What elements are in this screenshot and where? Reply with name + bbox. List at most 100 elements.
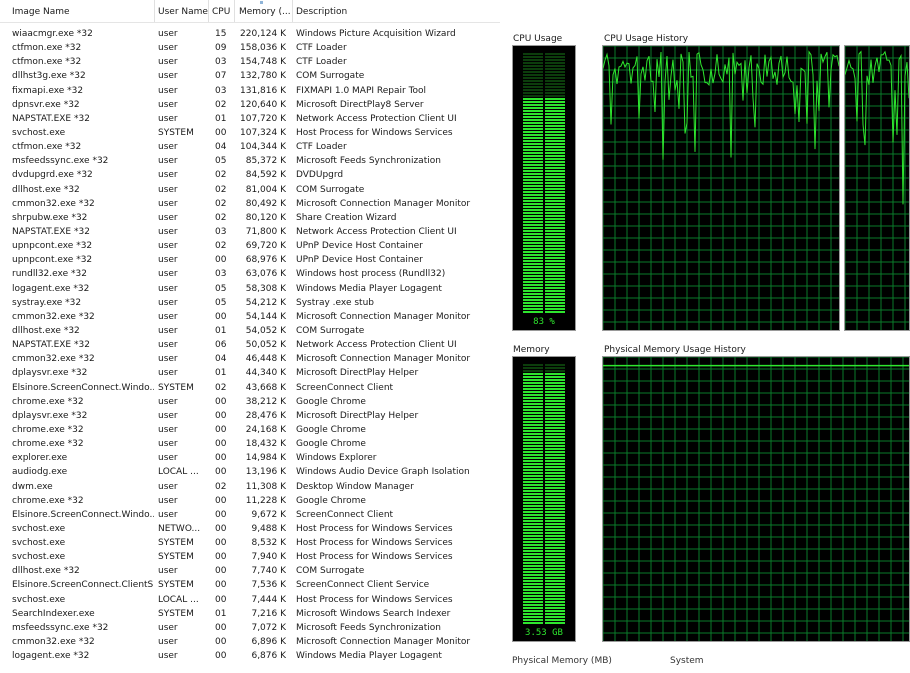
user-name-cell: user — [158, 283, 178, 294]
column-divider[interactable] — [234, 0, 235, 22]
gauge-segment — [545, 610, 565, 612]
gauge-segment — [523, 299, 543, 301]
gauge-segment — [545, 185, 565, 187]
table-row[interactable]: dplaysvr.exe *32 user 00 28,476 K Microsoft … — [0, 410, 500, 424]
process-name-cell: svchost.exe — [12, 594, 66, 605]
table-row[interactable]: upnpcont.exe *32 user 02 69,720 K UPnP Devic… — [0, 240, 500, 254]
gauge-segment — [523, 242, 543, 244]
gauge-segment — [545, 197, 565, 199]
table-row[interactable]: SearchIndexer.exe SYSTEM 01 7,216 K Microsof… — [0, 608, 500, 622]
gauge-segment — [545, 56, 565, 58]
column-header-memory[interactable]: Memory (... — [239, 7, 291, 17]
table-row[interactable]: logagent.exe *32 user 05 58,308 K Windows Me… — [0, 283, 500, 297]
gauge-segment — [545, 436, 565, 438]
gauge-segment — [523, 215, 543, 217]
table-row[interactable]: fixmapi.exe *32 user 03 131,816 K FIXMAPI 1.… — [0, 85, 500, 99]
table-row[interactable]: chrome.exe *32 user 00 11,228 K Google Chrom… — [0, 495, 500, 509]
gauge-segment — [545, 589, 565, 591]
column-header-description[interactable]: Description — [296, 7, 347, 17]
process-name-cell: ctfmon.exe *32 — [12, 43, 82, 54]
gauge-segment — [523, 424, 543, 426]
gauge-segment — [523, 394, 543, 396]
table-row[interactable]: svchost.exe SYSTEM 00 8,532 K Host Process f… — [0, 537, 500, 551]
column-divider[interactable] — [154, 0, 155, 22]
table-row[interactable]: ctfmon.exe *32 user 09 158,036 K CTF Loader — [0, 42, 500, 56]
gauge-segment — [545, 170, 565, 172]
process-name-cell: svchost.exe — [12, 552, 66, 563]
gauge-segment — [523, 376, 543, 378]
table-row[interactable]: explorer.exe user 00 14,984 K Windows Explor… — [0, 452, 500, 466]
column-divider[interactable] — [292, 0, 293, 22]
gauge-segment — [523, 269, 543, 271]
table-row[interactable]: logagent.exe *32 user 00 6,876 K Windows Med… — [0, 650, 500, 664]
table-row[interactable]: dllhost.exe *32 user 01 54,052 K COM Surroga… — [0, 325, 500, 339]
gauge-segment — [545, 505, 565, 507]
gauge-segment — [545, 520, 565, 522]
process-name-cell: svchost.exe — [12, 127, 66, 138]
column-header-user-name[interactable]: User Name — [158, 7, 208, 17]
table-row[interactable]: dwm.exe user 02 11,308 K Desktop Window Mana… — [0, 481, 500, 495]
gauge-segment — [545, 559, 565, 561]
gauge-segment — [545, 116, 565, 118]
table-row[interactable]: Elsinore.ScreenConnect.Windo... SYSTEM 02 4… — [0, 382, 500, 396]
gauge-segment — [523, 278, 543, 280]
description-cell: Windows Media Player Logagent — [296, 283, 442, 294]
column-header-image-name[interactable]: Image Name — [12, 7, 70, 17]
gauge-segment — [523, 224, 543, 226]
table-row[interactable]: systray.exe *32 user 05 54,212 K Systray .ex… — [0, 297, 500, 311]
table-row[interactable]: svchost.exe SYSTEM 00 7,940 K Host Process f… — [0, 551, 500, 565]
table-row[interactable]: shrpubw.exe *32 user 02 80,120 K Share Creat… — [0, 212, 500, 226]
table-row[interactable]: dpnsvr.exe *32 user 02 120,640 K Microsoft D… — [0, 99, 500, 113]
table-row[interactable]: wiaacmgr.exe *32 user 15 220,124 K Windows P… — [0, 28, 500, 42]
gauge-segment — [545, 388, 565, 390]
memory-cell: 43,668 K — [245, 382, 286, 393]
gauge-segment — [545, 475, 565, 477]
gauge-segment — [545, 110, 565, 112]
table-row[interactable]: cmmon32.exe *32 user 04 46,448 K Microsoft C… — [0, 353, 500, 367]
table-row[interactable]: dllhost.exe *32 user 00 7,740 K COM Surrogat… — [0, 565, 500, 579]
process-name-cell: audiodg.exe — [12, 467, 68, 478]
table-row[interactable]: dllhost.exe *32 user 02 81,004 K COM Surroga… — [0, 184, 500, 198]
gauge-segment — [545, 173, 565, 175]
description-cell: Microsoft Feeds Synchronization — [296, 156, 441, 167]
table-row[interactable]: chrome.exe *32 user 00 38,212 K Google Chrom… — [0, 396, 500, 410]
gauge-segment — [523, 454, 543, 456]
table-row[interactable]: svchost.exe SYSTEM 00 107,324 K Host Process… — [0, 127, 500, 141]
table-row[interactable]: chrome.exe *32 user 00 24,168 K Google Chrom… — [0, 424, 500, 438]
table-row[interactable]: Elsinore.ScreenConnect.ClientS... SYSTEM 0… — [0, 579, 500, 593]
table-row[interactable]: msfeedssync.exe *32 user 00 7,072 K Microsof… — [0, 622, 500, 636]
table-row[interactable]: svchost.exe LOCAL ... 00 7,444 K Host Proces… — [0, 594, 500, 608]
table-row[interactable]: ctfmon.exe *32 user 04 104,344 K CTF Loader — [0, 141, 500, 155]
table-row[interactable]: NAPSTAT.EXE *32 user 01 107,720 K Network Ac… — [0, 113, 500, 127]
table-row[interactable]: NAPSTAT.EXE *32 user 03 71,800 K Network Acc… — [0, 226, 500, 240]
table-row[interactable]: dllhst3g.exe *32 user 07 132,780 K COM Surro… — [0, 70, 500, 84]
gauge-segment — [545, 218, 565, 220]
column-divider[interactable] — [208, 0, 209, 22]
user-name-cell: user — [158, 269, 178, 280]
table-row[interactable]: cmmon32.exe *32 user 02 80,492 K Microsoft C… — [0, 198, 500, 212]
user-name-cell: user — [158, 198, 178, 209]
table-row[interactable]: dvdupgrd.exe *32 user 02 84,592 K DVDUpgrd — [0, 169, 500, 183]
memory-cell: 132,780 K — [240, 71, 286, 82]
description-cell: UPnP Device Host Container — [296, 255, 423, 266]
table-row[interactable]: ctfmon.exe *32 user 03 154,748 K CTF Loader — [0, 56, 500, 70]
user-name-cell: user — [158, 439, 178, 450]
table-row[interactable]: audiodg.exe LOCAL ... 00 13,196 K Windows Au… — [0, 466, 500, 480]
table-row[interactable]: chrome.exe *32 user 00 18,432 K Google Chrom… — [0, 438, 500, 452]
table-row[interactable]: cmmon32.exe *32 user 00 54,144 K Microsoft C… — [0, 311, 500, 325]
table-row[interactable]: cmmon32.exe *32 user 00 6,896 K Microsoft Co… — [0, 636, 500, 650]
table-row[interactable]: NAPSTAT.EXE *32 user 06 50,052 K Network Acc… — [0, 339, 500, 353]
table-row[interactable]: rundll32.exe *32 user 03 63,076 K Windows ho… — [0, 268, 500, 282]
memory-cell: 50,052 K — [245, 340, 286, 351]
column-header-cpu[interactable]: CPU — [212, 7, 230, 17]
gauge-segment — [545, 592, 565, 594]
table-row[interactable]: dplaysvr.exe *32 user 01 44,340 K Microsoft … — [0, 367, 500, 381]
process-name-cell: chrome.exe *32 — [12, 495, 84, 506]
description-cell: Network Access Protection Client UI — [296, 113, 457, 124]
process-name-cell: msfeedssync.exe *32 — [12, 622, 109, 633]
table-row[interactable]: Elsinore.ScreenConnect.Windo... user 00 9,6… — [0, 509, 500, 523]
table-row[interactable]: svchost.exe NETWO... 00 9,488 K Host Process… — [0, 523, 500, 537]
cpu-usage-bars — [523, 53, 565, 313]
table-row[interactable]: upnpcont.exe *32 user 00 68,976 K UPnP Devic… — [0, 254, 500, 268]
table-row[interactable]: msfeedssync.exe *32 user 05 85,372 K Microso… — [0, 155, 500, 169]
